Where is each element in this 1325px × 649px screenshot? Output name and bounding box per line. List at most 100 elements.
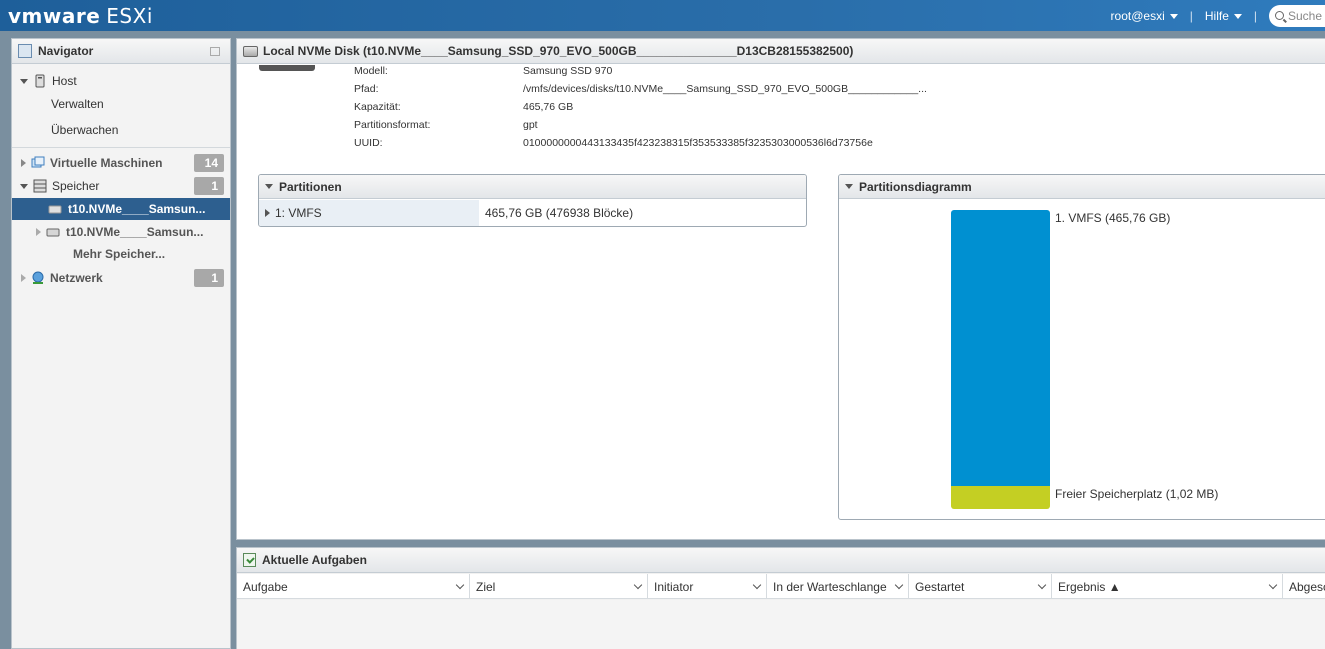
chevron-down-icon[interactable] xyxy=(1037,580,1047,590)
column-header-target[interactable]: Ziel xyxy=(470,574,648,599)
separator: | xyxy=(1253,8,1257,23)
nav-item-ueberwachen[interactable]: Überwachen xyxy=(12,119,230,141)
chevron-down-icon[interactable] xyxy=(455,580,465,590)
nav-item-host[interactable]: Host xyxy=(12,70,230,92)
logo-brand: vmware xyxy=(8,4,101,28)
disk-image xyxy=(259,65,315,71)
disk-icon xyxy=(48,205,62,214)
disk-icon xyxy=(243,45,258,57)
prop-value: gpt xyxy=(523,119,538,131)
expand-arrow-icon[interactable] xyxy=(265,209,270,217)
search-placeholder: Suche xyxy=(1288,8,1323,23)
prop-value: Samsung SSD 970 xyxy=(523,65,613,77)
chevron-down-icon[interactable] xyxy=(752,580,762,590)
chevron-down-icon[interactable] xyxy=(1268,580,1278,590)
nav-item-label: Netzwerk xyxy=(50,271,103,285)
nav-item-verwalten[interactable]: Verwalten xyxy=(12,93,230,115)
column-label: In der Warteschlange xyxy=(773,579,887,594)
prop-value: /vmfs/devices/disks/t10.NVMe____Samsung_… xyxy=(523,83,927,95)
partition-name-cell: 1: VMFS xyxy=(259,200,479,226)
user-menu[interactable]: root@esxi xyxy=(1103,9,1186,23)
help-menu[interactable]: Hilfe xyxy=(1197,9,1250,23)
partition-diagram-title: Partitionsdiagramm xyxy=(859,179,972,194)
expand-arrow-icon[interactable] xyxy=(36,228,41,236)
recent-tasks-header: Aktuelle Aufgaben xyxy=(237,548,1325,573)
nav-item-network[interactable]: Netzwerk 1 xyxy=(12,267,230,289)
user-name: root@esxi xyxy=(1110,8,1165,23)
network-count-badge: 1 xyxy=(194,269,224,287)
column-header-initiator[interactable]: Initiator xyxy=(648,574,767,599)
collapse-arrow-icon[interactable] xyxy=(845,184,853,189)
divider xyxy=(12,147,230,148)
search-input[interactable]: Suche xyxy=(1269,4,1325,27)
expand-arrow-icon[interactable] xyxy=(21,159,26,167)
disk-title: Local NVMe Disk (t10.NVMe____Samsung_SSD… xyxy=(263,44,854,58)
network-icon xyxy=(32,271,44,284)
disk-title-bar: Local NVMe Disk (t10.NVMe____Samsung_SSD… xyxy=(237,39,1325,64)
nav-item-label: t10.NVMe____Samsun... xyxy=(66,225,204,239)
prop-label: Kapazität: xyxy=(354,101,401,113)
column-label: Gestartet xyxy=(915,579,965,594)
nav-item-storage[interactable]: Speicher 1 xyxy=(12,175,230,197)
host-icon xyxy=(35,74,45,88)
disk-detail-panel: Local NVMe Disk (t10.NVMe____Samsung_SSD… xyxy=(236,38,1325,540)
navigator-title: Navigator xyxy=(38,44,94,58)
column-header-result[interactable]: Ergebnis ▲ xyxy=(1052,574,1283,599)
free-space-segment-label: Freier Speicherplatz (1,02 MB) xyxy=(1055,487,1219,501)
collapse-icon[interactable] xyxy=(210,47,220,56)
navigator-icon xyxy=(18,44,32,58)
vmfs-segment-label: 1. VMFS (465,76 GB) xyxy=(1055,211,1171,225)
logo-product: ESXi xyxy=(106,4,153,28)
nav-item-disk-selected[interactable]: t10.NVMe____Samsun... xyxy=(12,198,230,220)
partition-name: 1: VMFS xyxy=(275,206,322,220)
nav-item-virtual-machines[interactable]: Virtuelle Maschinen 14 xyxy=(12,152,230,174)
prop-label: Modell: xyxy=(354,65,388,77)
prop-value: 465,76 GB xyxy=(523,101,574,113)
navigator-header: Navigator xyxy=(12,39,230,64)
nav-item-more-storage[interactable]: Mehr Speicher... xyxy=(12,243,230,265)
storage-count-badge: 1 xyxy=(194,177,224,195)
top-bar: vmware ESXi root@esxi | Hilfe | Suche xyxy=(0,0,1325,31)
partitions-header[interactable]: Partitionen xyxy=(259,175,806,199)
recent-tasks-panel: Aktuelle Aufgaben Aufgabe Ziel Initiator… xyxy=(236,547,1325,649)
chevron-down-icon xyxy=(1169,13,1178,19)
column-label: Ziel xyxy=(476,579,496,594)
column-header-task[interactable]: Aufgabe xyxy=(237,574,470,599)
column-header-queued[interactable]: In der Warteschlange xyxy=(767,574,909,599)
prop-label: Partitionsformat: xyxy=(354,119,431,131)
expand-arrow-icon[interactable] xyxy=(20,183,28,189)
search-icon xyxy=(1275,11,1284,20)
column-label: Abgeschl xyxy=(1289,579,1325,594)
help-label: Hilfe xyxy=(1204,8,1229,23)
partition-diagram-header[interactable]: Partitionsdiagramm xyxy=(839,175,1325,199)
nav-item-label: Überwachen xyxy=(51,123,119,137)
collapse-arrow-icon[interactable] xyxy=(265,184,273,189)
nav-item-label: Host xyxy=(52,74,77,88)
column-header-completed[interactable]: Abgeschl xyxy=(1283,574,1325,599)
vmfs-segment-bar xyxy=(951,210,1050,487)
table-row[interactable]: 1: VMFS 465,76 GB (476938 Blöcke) xyxy=(259,200,806,226)
nav-item-label: t10.NVMe____Samsun... xyxy=(68,202,206,216)
column-label: Initiator xyxy=(654,579,694,594)
tasks-table-body xyxy=(237,600,1325,649)
partitions-title: Partitionen xyxy=(279,179,342,194)
tasks-icon xyxy=(243,553,256,567)
chevron-down-icon[interactable] xyxy=(894,580,904,590)
separator: | xyxy=(1189,8,1193,23)
tasks-column-headers: Aufgabe Ziel Initiator In der Warteschla… xyxy=(237,574,1325,599)
partitions-panel: Partitionen 1: VMFS 465,76 GB (476938 Bl… xyxy=(258,174,807,227)
prop-label: UUID: xyxy=(354,137,383,149)
expand-arrow-icon[interactable] xyxy=(21,274,26,282)
chevron-down-icon[interactable] xyxy=(633,580,643,590)
virtual-machine-icon xyxy=(31,156,45,168)
partition-size: 465,76 GB (476938 Blöcke) xyxy=(485,206,634,220)
column-header-started[interactable]: Gestartet xyxy=(909,574,1052,599)
navigator-panel: Navigator Host Verwalten Überwachen Virt… xyxy=(11,38,231,649)
prop-value: 0100000000443133435f423238315f353533385f… xyxy=(523,137,873,149)
prop-label: Pfad: xyxy=(354,83,379,95)
nav-item-disk[interactable]: t10.NVMe____Samsun... xyxy=(12,221,230,243)
expand-arrow-icon[interactable] xyxy=(20,78,28,84)
column-label: Ergebnis ▲ xyxy=(1058,579,1121,594)
nav-item-label: Speicher xyxy=(52,179,100,193)
nav-item-label: Virtuelle Maschinen xyxy=(50,156,163,170)
